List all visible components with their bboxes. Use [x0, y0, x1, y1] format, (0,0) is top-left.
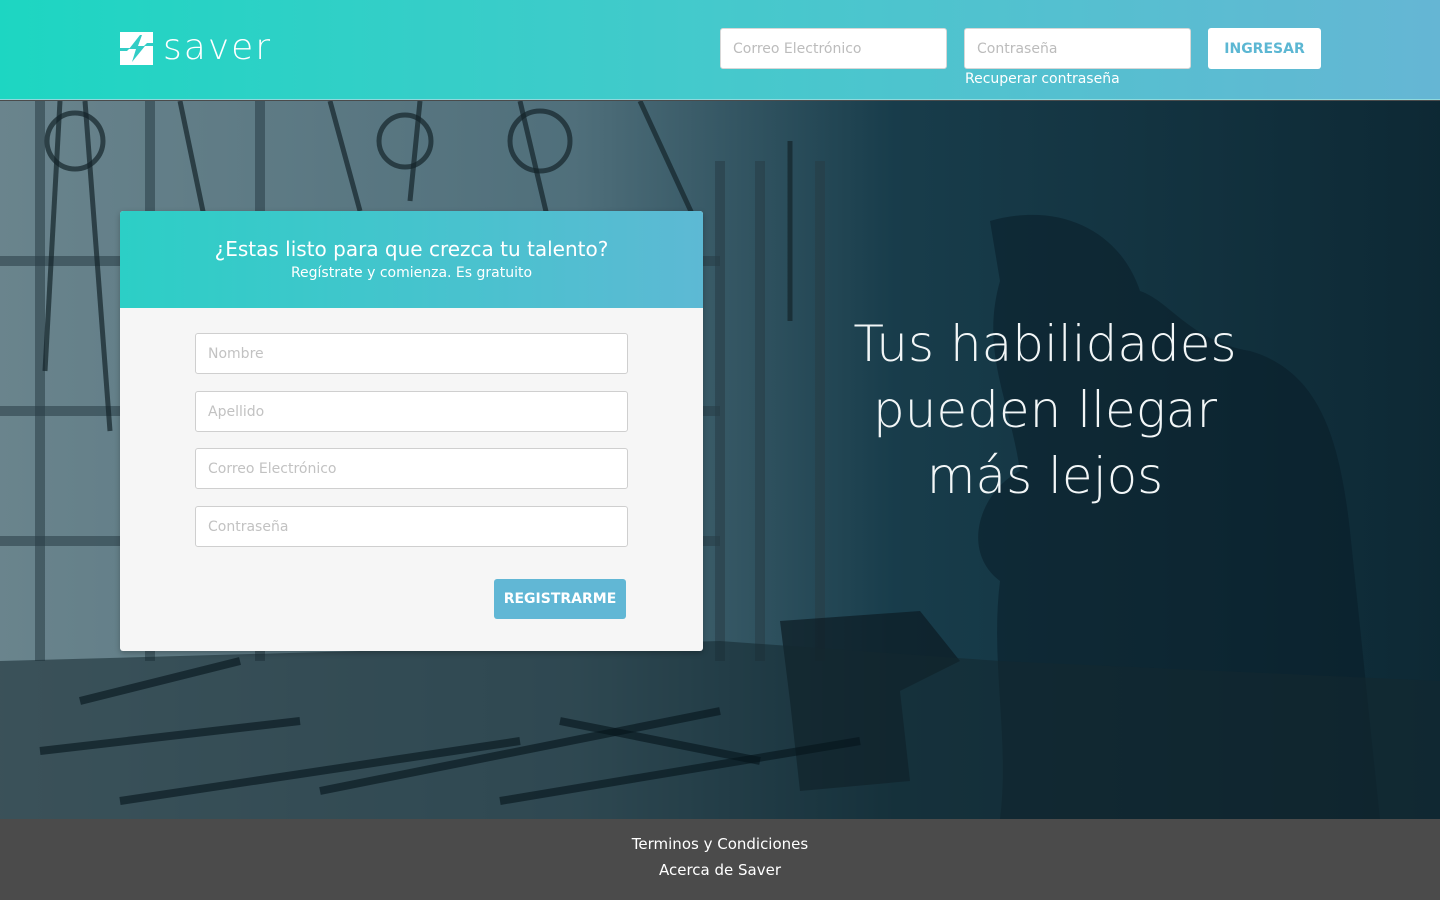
- first-name-input[interactable]: [195, 333, 628, 374]
- tagline-line-2: pueden llegar: [872, 381, 1218, 439]
- signup-email-input[interactable]: [195, 448, 628, 489]
- recover-password-link[interactable]: Recuperar contraseña: [965, 71, 1120, 87]
- header-email-input[interactable]: [720, 28, 947, 69]
- register-button[interactable]: REGISTRARME: [494, 579, 626, 619]
- login-button[interactable]: INGRESAR: [1208, 28, 1321, 69]
- tagline-line-1: Tus habilidades: [853, 315, 1237, 373]
- signup-title: ¿Estas listo para que crezca tu talento?: [214, 237, 609, 261]
- header-password-input[interactable]: [964, 28, 1191, 69]
- about-link[interactable]: Acerca de Saver: [0, 857, 1440, 883]
- footer: Terminos y Condiciones Acerca de Saver: [0, 819, 1440, 900]
- hero-tagline: Tus habilidades pueden llegar más lejos: [820, 311, 1270, 509]
- signup-password-input[interactable]: [195, 506, 628, 547]
- tagline-line-3: más lejos: [926, 447, 1164, 505]
- top-header: saver INGRESAR Recuperar contraseña: [0, 0, 1440, 100]
- brand-logo[interactable]: saver: [120, 27, 273, 68]
- brand-name: saver: [163, 27, 273, 68]
- saver-logo-icon: [120, 31, 153, 65]
- signup-subtitle: Regístrate y comienza. Es gratuito: [290, 265, 533, 281]
- terms-link[interactable]: Terminos y Condiciones: [0, 831, 1440, 857]
- signup-card: ¿Estas listo para que crezca tu talento?…: [120, 211, 703, 651]
- last-name-input[interactable]: [195, 391, 628, 432]
- signup-card-header: ¿Estas listo para que crezca tu talento?…: [120, 211, 703, 308]
